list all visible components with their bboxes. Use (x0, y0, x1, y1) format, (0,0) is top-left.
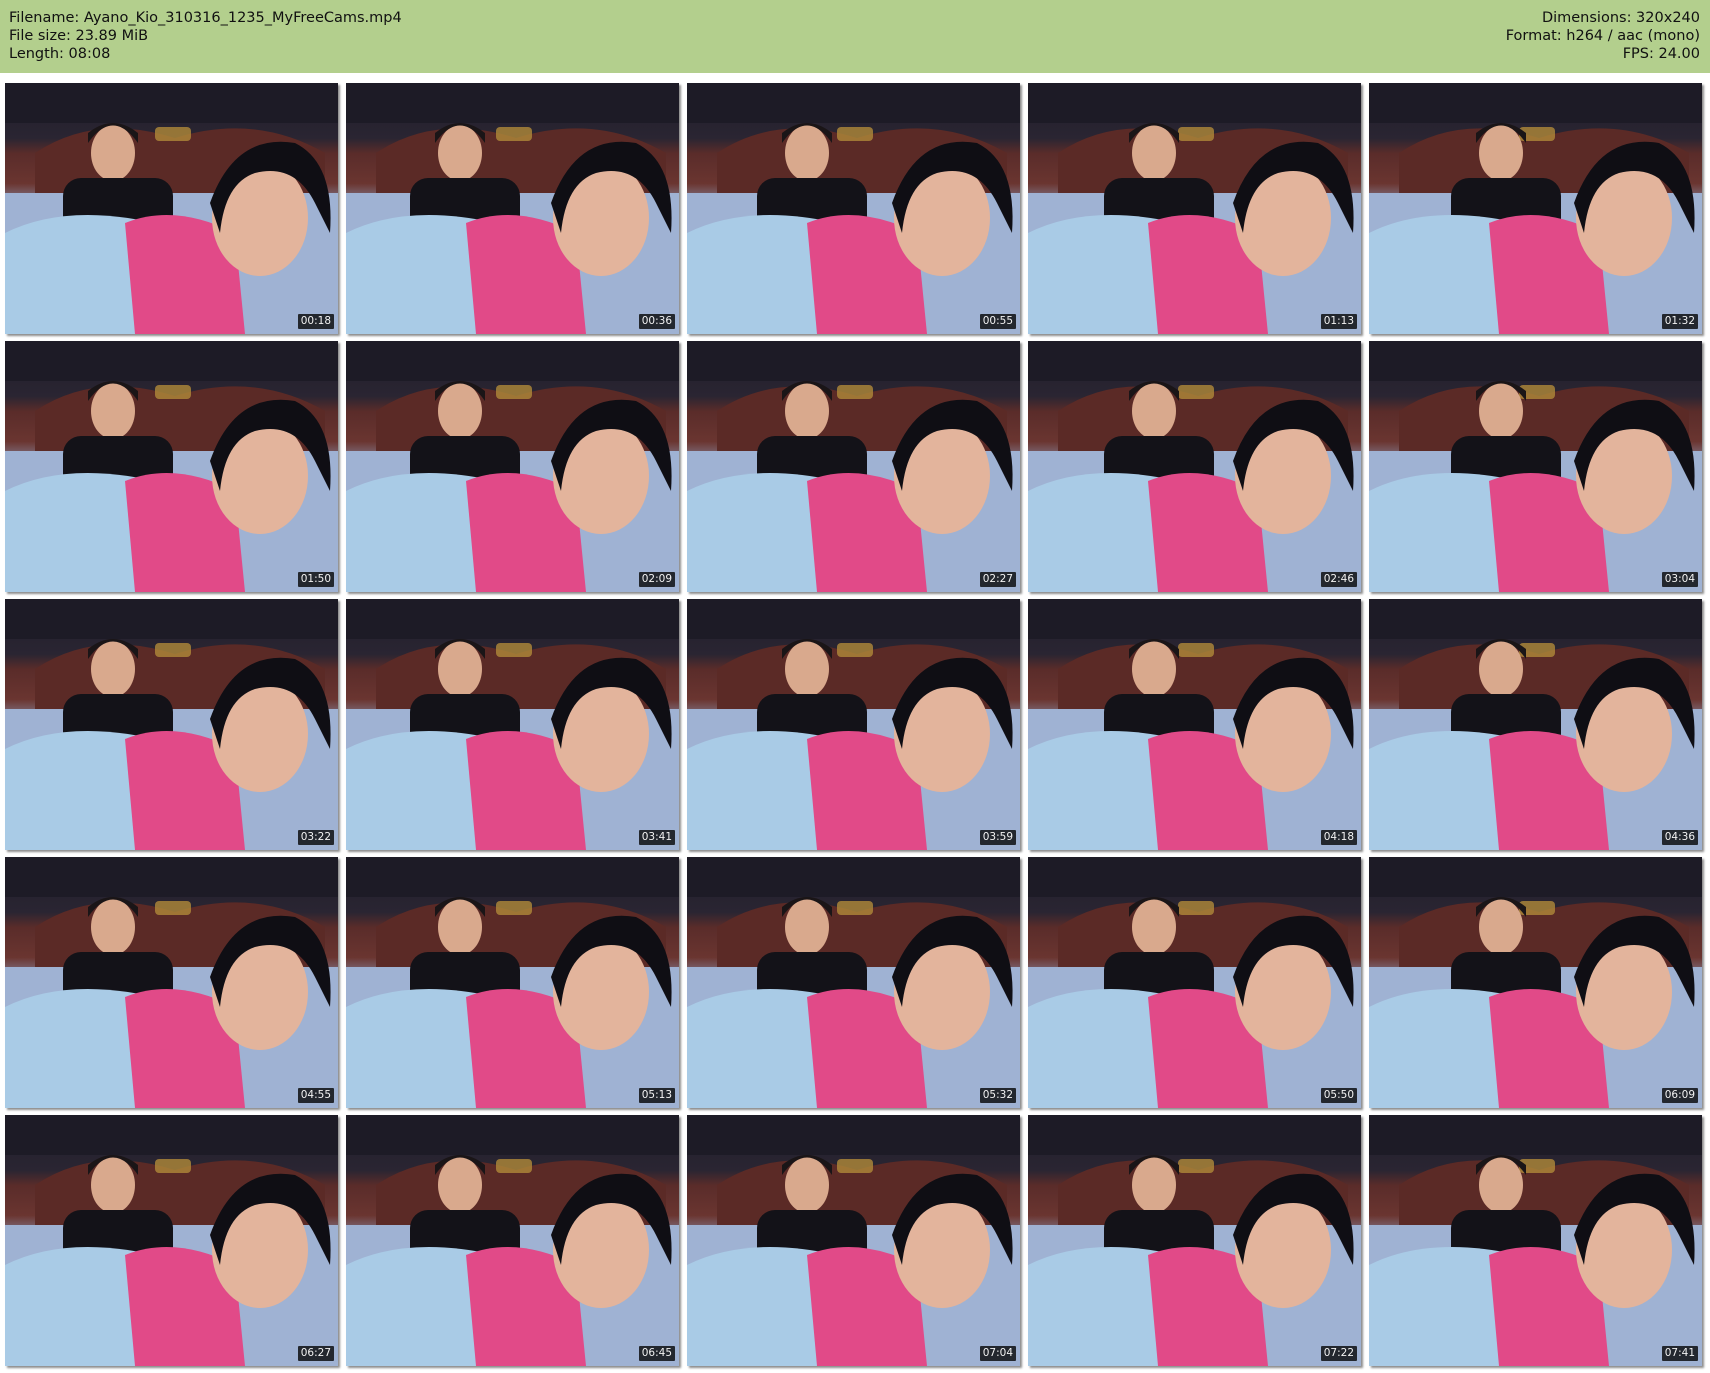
frame-image (346, 341, 679, 592)
video-thumbnail: 07:04 (687, 1115, 1020, 1366)
timestamp-label: 02:46 (1320, 572, 1357, 587)
timestamp-label: 03:04 (1661, 572, 1698, 587)
timestamp-label: 00:36 (638, 314, 675, 329)
timestamp-label: 06:45 (638, 1346, 675, 1361)
frame-image (346, 83, 679, 334)
timestamp-label: 00:18 (297, 314, 334, 329)
video-thumbnail: 05:50 (1028, 857, 1361, 1108)
video-thumbnail: 04:55 (5, 857, 338, 1108)
video-thumbnail: 07:41 (1369, 1115, 1702, 1366)
frame-image (1369, 857, 1702, 1108)
frame-image (687, 341, 1020, 592)
timestamp-label: 04:18 (1320, 830, 1357, 845)
timestamp-label: 03:59 (979, 830, 1016, 845)
timestamp-label: 04:36 (1661, 830, 1698, 845)
timestamp-label: 02:09 (638, 572, 675, 587)
frame-image (1369, 1115, 1702, 1366)
frame-image (1369, 83, 1702, 334)
video-thumbnail: 02:46 (1028, 341, 1361, 592)
frame-image (1028, 83, 1361, 334)
timestamp-label: 03:41 (638, 830, 675, 845)
frame-image (346, 1115, 679, 1366)
timestamp-label: 06:27 (297, 1346, 334, 1361)
thumbnail-grid: 00:18 00:36 00:55 01:13 01:32 01:50 02:09 02:27… (0, 0, 1710, 1373)
video-thumbnail: 01:32 (1369, 83, 1702, 334)
frame-image (687, 83, 1020, 334)
video-thumbnail: 03:22 (5, 599, 338, 850)
frame-image (1028, 857, 1361, 1108)
video-thumbnail: 04:36 (1369, 599, 1702, 850)
video-thumbnail: 07:22 (1028, 1115, 1361, 1366)
video-thumbnail: 01:13 (1028, 83, 1361, 334)
frame-image (5, 83, 338, 334)
video-thumbnail: 02:27 (687, 341, 1020, 592)
frame-image (1369, 341, 1702, 592)
frame-image (1028, 341, 1361, 592)
timestamp-label: 01:13 (1320, 314, 1357, 329)
frame-image (1028, 599, 1361, 850)
timestamp-label: 03:22 (297, 830, 334, 845)
timestamp-label: 05:13 (638, 1088, 675, 1103)
video-thumbnail: 04:18 (1028, 599, 1361, 850)
frame-image (5, 599, 338, 850)
timestamp-label: 01:50 (297, 572, 334, 587)
video-thumbnail: 00:36 (346, 83, 679, 334)
timestamp-label: 01:32 (1661, 314, 1698, 329)
video-thumbnail: 03:59 (687, 599, 1020, 850)
frame-image (5, 1115, 338, 1366)
timestamp-label: 06:09 (1661, 1088, 1698, 1103)
video-thumbnail: 06:45 (346, 1115, 679, 1366)
video-thumbnail: 03:04 (1369, 341, 1702, 592)
frame-image (5, 341, 338, 592)
timestamp-label: 07:41 (1661, 1346, 1698, 1361)
timestamp-label: 07:04 (979, 1346, 1016, 1361)
frame-image (346, 599, 679, 850)
video-thumbnail: 00:18 (5, 83, 338, 334)
timestamp-label: 04:55 (297, 1088, 334, 1103)
frame-image (1369, 599, 1702, 850)
video-thumbnail: 00:55 (687, 83, 1020, 334)
frame-image (1028, 1115, 1361, 1366)
video-thumbnail: 03:41 (346, 599, 679, 850)
video-thumbnail: 05:32 (687, 857, 1020, 1108)
timestamp-label: 05:32 (979, 1088, 1016, 1103)
timestamp-label: 05:50 (1320, 1088, 1357, 1103)
frame-image (5, 857, 338, 1108)
video-thumbnail: 06:27 (5, 1115, 338, 1366)
timestamp-label: 07:22 (1320, 1346, 1357, 1361)
frame-image (687, 1115, 1020, 1366)
video-thumbnail: 05:13 (346, 857, 679, 1108)
frame-image (687, 857, 1020, 1108)
frame-image (687, 599, 1020, 850)
frame-image (346, 857, 679, 1108)
timestamp-label: 02:27 (979, 572, 1016, 587)
video-thumbnail: 06:09 (1369, 857, 1702, 1108)
video-thumbnail: 02:09 (346, 341, 679, 592)
timestamp-label: 00:55 (979, 314, 1016, 329)
video-thumbnail: 01:50 (5, 341, 338, 592)
